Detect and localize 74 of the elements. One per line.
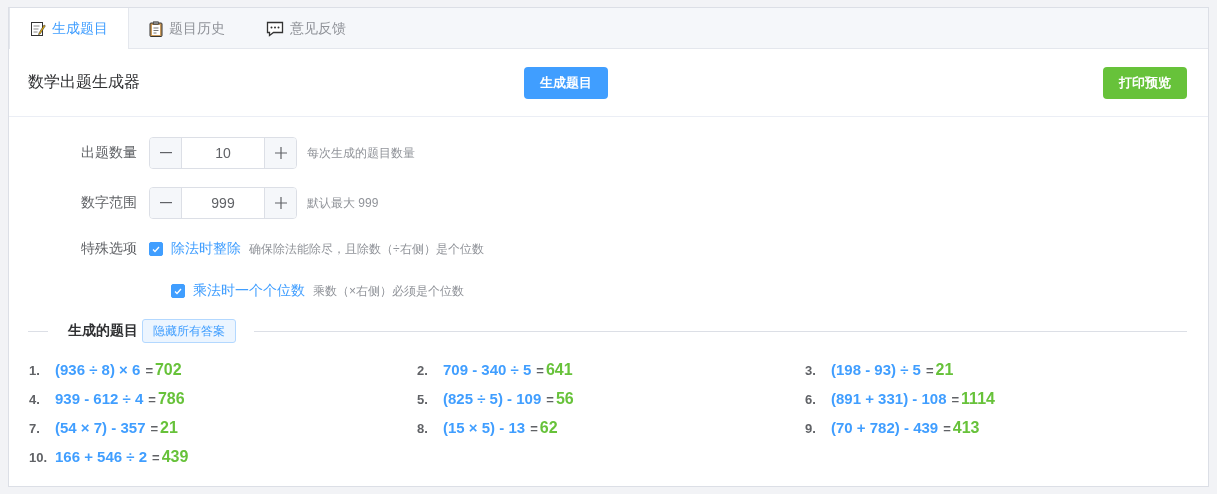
generate-button[interactable]: 生成题目: [523, 66, 608, 99]
increment-button[interactable]: [264, 138, 296, 168]
decrement-button[interactable]: [150, 188, 182, 218]
expression-text: (15 × 5) - 13: [443, 419, 526, 436]
equals-sign: =: [152, 450, 160, 465]
minus-icon: [159, 202, 172, 204]
equals-sign: =: [536, 363, 544, 378]
field-label: 特殊选项: [80, 240, 138, 258]
checkbox[interactable]: [171, 284, 185, 298]
problem-number: 1.: [29, 363, 41, 378]
equals-sign: =: [148, 392, 156, 407]
expression-text: (891 + 331) - 108: [831, 390, 947, 407]
field-label: 数字范围: [80, 194, 138, 212]
equals-sign: =: [145, 363, 153, 378]
expression-text: (936 ÷ 8) × 6: [55, 361, 141, 378]
answer-text: 439: [161, 448, 189, 466]
answer-text: 641: [545, 361, 573, 379]
clipboard-icon: [149, 20, 163, 37]
decrement-button[interactable]: [150, 138, 182, 168]
problem-number: 9.: [805, 421, 817, 436]
expression-text: (825 ÷ 5) - 109: [443, 390, 542, 407]
tab[interactable]: 生成题目: [9, 8, 129, 49]
expression-text: (198 - 93) ÷ 5: [831, 361, 921, 378]
checkmark-icon: [152, 245, 160, 253]
hint-text: 确保除法能除尽，且除数（÷右侧）是个位数: [249, 240, 484, 258]
equals-sign: =: [943, 421, 951, 436]
problem-number: 3.: [805, 363, 817, 378]
section-title: 生成的题目: [67, 322, 139, 340]
problem-number: 5.: [417, 392, 429, 407]
answer-text: 21: [935, 361, 954, 379]
tab[interactable]: 意见反馈: [246, 8, 367, 49]
answer-text: 702: [154, 361, 182, 379]
equals-sign: =: [951, 392, 960, 407]
checkbox[interactable]: [149, 242, 163, 256]
number-stepper[interactable]: 999: [149, 187, 297, 219]
equals-sign: =: [546, 392, 554, 407]
field-label: 出题数量: [80, 144, 138, 162]
plus-icon: [274, 147, 287, 159]
problem-number: 6.: [805, 392, 817, 407]
expression-text: 166 + 546 ÷ 2: [55, 448, 148, 465]
answer-text: 56: [555, 390, 574, 408]
hint-text: 每次生成的题目数量: [307, 144, 415, 162]
speech-bubble-icon: [266, 20, 284, 37]
equals-sign: =: [530, 421, 538, 436]
option-label[interactable]: 除法时整除: [171, 240, 241, 258]
expression-text: 939 - 612 ÷ 4: [55, 390, 144, 407]
memo-icon: [30, 20, 46, 37]
number-stepper[interactable]: 10: [149, 137, 297, 169]
increment-button[interactable]: [264, 188, 296, 218]
answer-text: 786: [157, 390, 185, 408]
hide-answers-button[interactable]: 隐藏所有答案: [142, 319, 236, 343]
tab[interactable]: 题目历史: [129, 8, 246, 49]
expression-text: 709 - 340 ÷ 5: [443, 361, 532, 378]
minus-icon: [159, 152, 172, 154]
hint-text: 默认最大 999: [307, 194, 379, 212]
print-preview-button[interactable]: 打印预览: [1103, 66, 1187, 99]
expression-text: (54 × 7) - 357: [55, 419, 146, 436]
answer-text: 413: [952, 419, 980, 437]
answer-text: 21: [160, 419, 178, 437]
checkmark-icon: [174, 287, 182, 295]
problem-number: 7.: [29, 421, 41, 436]
problem-number: 8.: [417, 421, 429, 436]
equals-sign: =: [150, 421, 159, 436]
answer-text: 62: [539, 419, 558, 437]
page-title: 数学出题生成器: [28, 72, 141, 92]
equals-sign: =: [925, 363, 934, 378]
plus-icon: [274, 197, 287, 209]
problem-number: 10.: [29, 450, 49, 465]
answer-text: 1114: [961, 390, 995, 408]
option-label[interactable]: 乘法时一个个位数: [193, 282, 305, 300]
problem-number: 2.: [417, 363, 429, 378]
problem-number: 4.: [29, 392, 41, 407]
hint-text: 乘数（×右侧）必须是个位数: [313, 282, 464, 300]
expression-text: (70 + 782) - 439: [831, 419, 939, 436]
